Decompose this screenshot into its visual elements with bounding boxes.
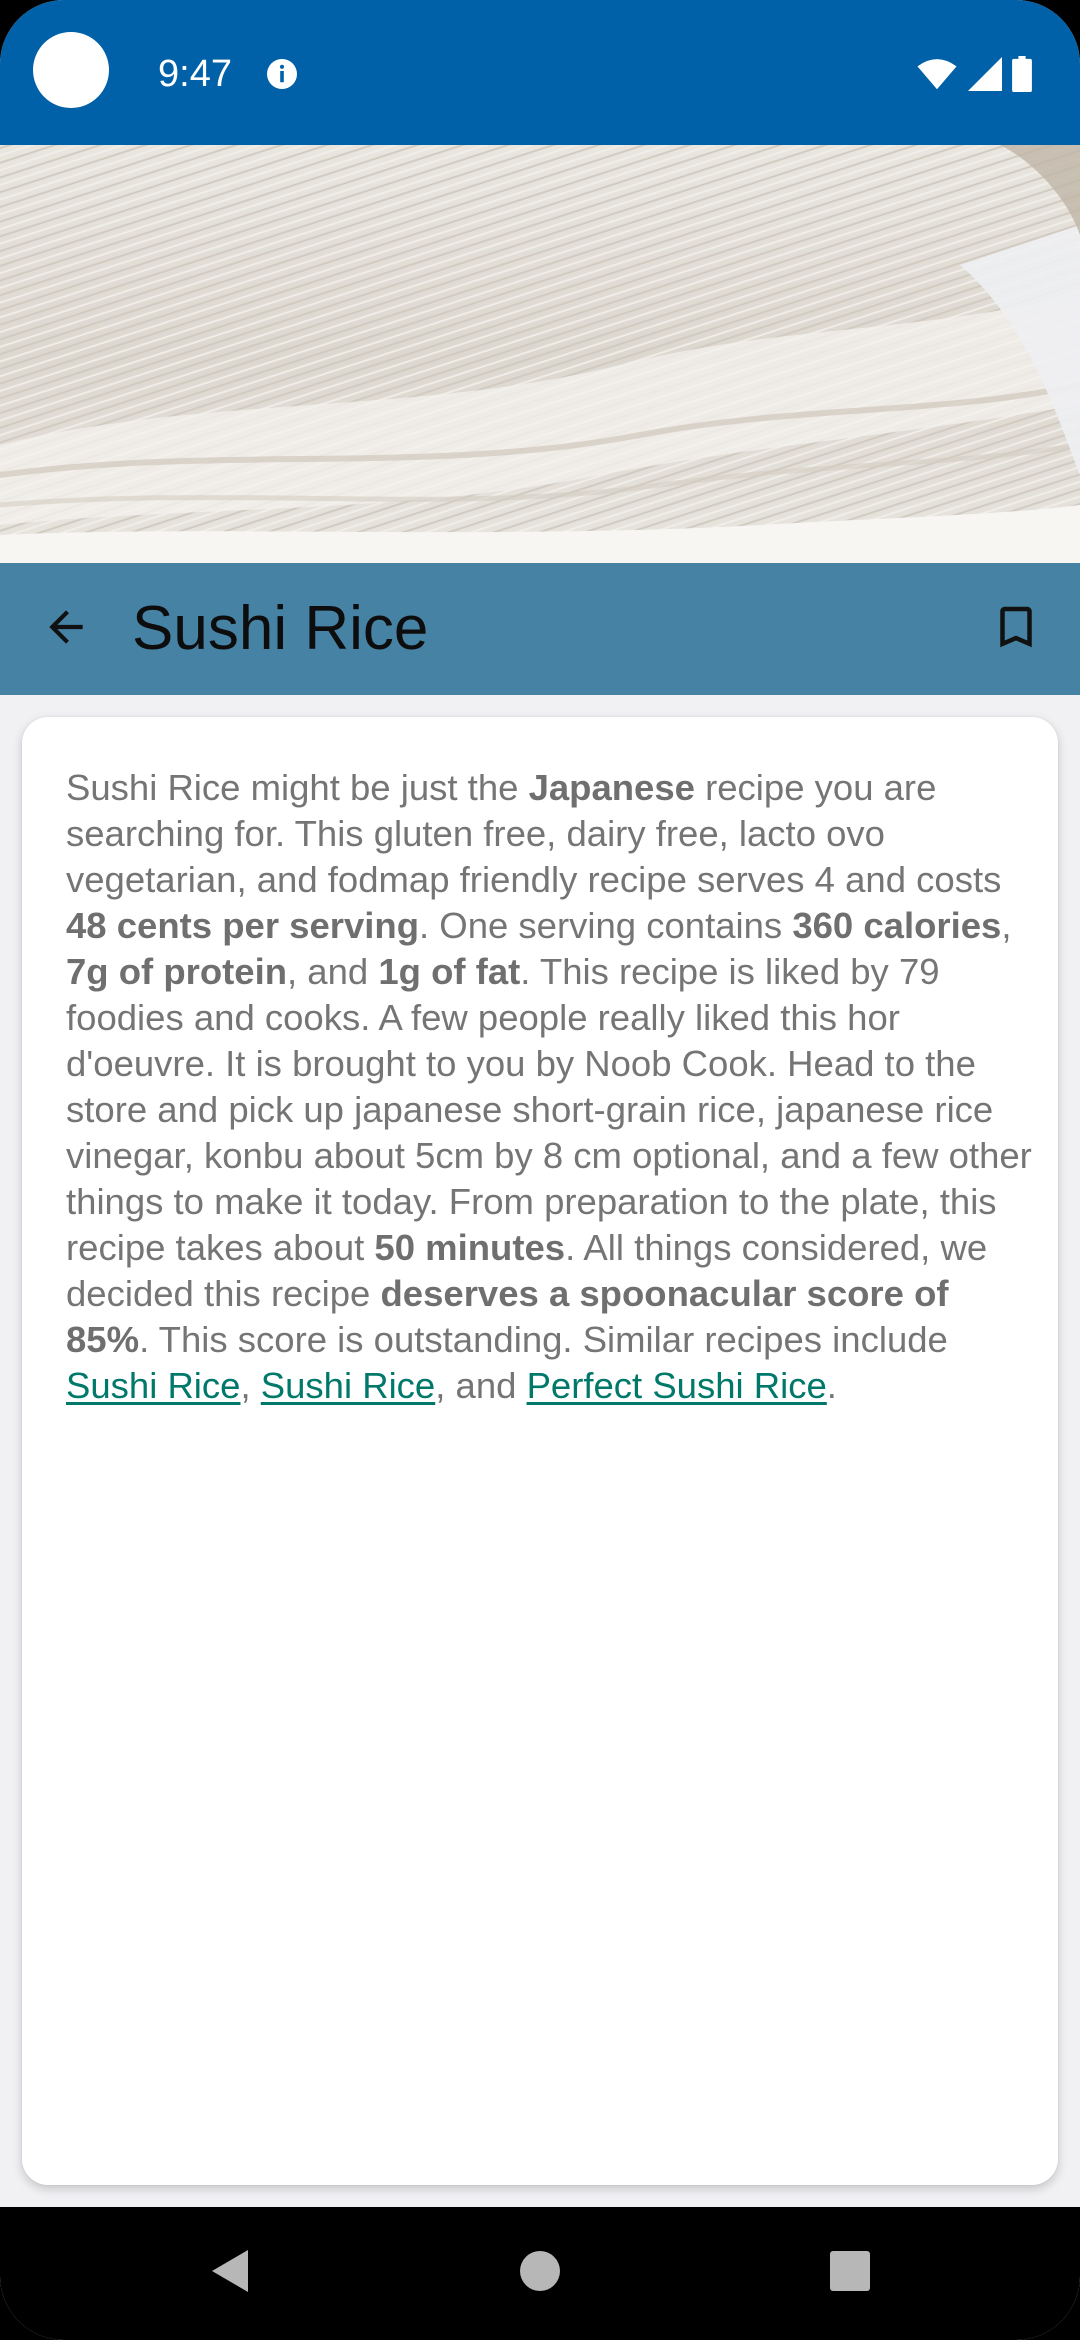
signal-icon [968,57,1002,91]
summary-text: , [1001,905,1012,946]
app-bar: Sushi Rice [0,563,1080,695]
summary-text: . This recipe is liked by 79 foodies and… [66,951,1032,1268]
battery-icon [1012,56,1032,92]
screen: 9:47 Sushi Rice Sushi Rice might be just… [0,0,1080,2340]
back-button[interactable] [30,599,102,659]
status-icons [916,56,1032,92]
summary-highlight: 360 calories [792,905,1002,946]
wifi-icon [916,57,958,91]
similar-recipe-link[interactable]: Sushi Rice [261,1365,435,1406]
status-time: 9:47 [158,53,232,95]
summary-text: . One serving contains [419,905,793,946]
nav-back-icon [208,2248,252,2299]
nav-back-button[interactable] [190,2207,270,2340]
nav-recents-button[interactable] [810,2207,890,2340]
summary-text: . [826,1365,837,1406]
summary-text: , and [287,951,379,992]
summary-text: . This score is outstanding. Similar rec… [139,1319,948,1360]
nav-home-button[interactable] [500,2207,580,2340]
nav-recents-icon [829,2250,871,2297]
page-title: Sushi Rice [132,594,429,663]
navigation-bar [0,2207,1080,2340]
similar-recipe-link[interactable]: Sushi Rice [66,1365,240,1406]
summary-highlight: 1g of fat [378,951,521,992]
arrow-left-icon [41,602,91,657]
nav-home-icon [519,2250,561,2297]
camera-cutout [33,32,109,108]
summary-text: , [240,1365,261,1406]
similar-recipe-link[interactable]: Perfect Sushi Rice [527,1365,827,1406]
status-bar: 9:47 [0,0,1080,145]
summary-text: , and [435,1365,527,1406]
summary-text: Sushi Rice might be just the [66,767,529,808]
summary-highlight: 7g of protein [66,951,288,992]
info-icon [264,56,300,92]
bookmark-button[interactable] [982,597,1050,661]
bookmark-outline-icon [989,600,1043,659]
recipe-summary: Sushi Rice might be just the Japanese re… [66,765,1036,1409]
summary-card: Sushi Rice might be just the Japanese re… [22,717,1058,2185]
recipe-photo [0,145,1080,563]
summary-highlight: 48 cents per serving [66,905,420,946]
summary-highlight: 50 minutes [374,1227,566,1268]
summary-highlight: Japanese [528,767,695,808]
